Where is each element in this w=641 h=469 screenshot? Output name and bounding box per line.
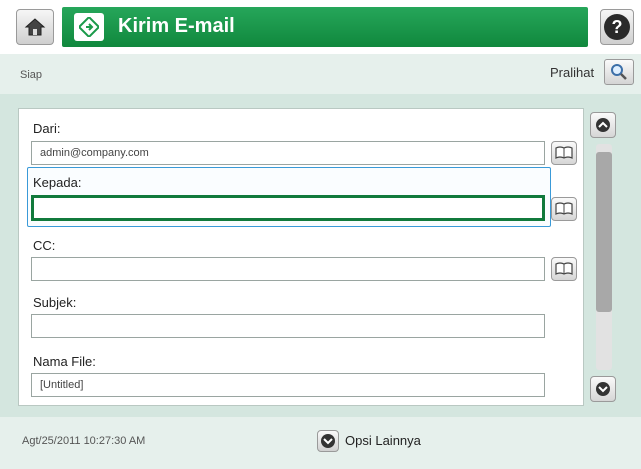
from-address-book-button[interactable]	[551, 141, 577, 165]
cc-label: CC:	[33, 238, 56, 253]
help-icon: ?	[604, 14, 630, 40]
email-send-icon	[74, 13, 104, 41]
chevron-up-icon	[596, 118, 610, 132]
to-label: Kepada:	[33, 175, 82, 190]
address-book-icon	[555, 146, 573, 159]
to-address-book-button[interactable]	[551, 197, 577, 221]
cc-address-book-button[interactable]	[551, 257, 577, 281]
from-field[interactable]: admin@company.com	[31, 141, 545, 165]
more-options-button[interactable]	[317, 430, 339, 452]
title-bar: Kirim E-mail	[62, 7, 588, 47]
help-button[interactable]: ?	[600, 9, 634, 45]
scroll-up-button[interactable]	[590, 112, 616, 138]
status-text: Siap	[20, 69, 43, 81]
from-label: Dari:	[33, 121, 61, 136]
preview-label: Pralihat	[550, 65, 595, 80]
home-button[interactable]	[16, 9, 54, 45]
cc-field[interactable]	[31, 257, 545, 281]
chevron-down-icon	[321, 434, 335, 448]
magnifier-icon	[611, 64, 627, 80]
filename-label: Nama File:	[33, 354, 96, 369]
scroll-down-button[interactable]	[590, 376, 616, 402]
more-options-label[interactable]: Opsi Lainnya	[345, 433, 421, 448]
main-area: Dari: admin@company.com Kepada: CC: Subj…	[0, 94, 641, 417]
subject-label: Subjek:	[33, 295, 77, 310]
preview-button[interactable]	[604, 59, 634, 85]
to-field[interactable]	[31, 195, 545, 221]
chevron-down-icon	[596, 382, 610, 396]
subject-field[interactable]	[31, 314, 545, 338]
datetime: Agt/25/2011 10:27:30 AM	[22, 435, 146, 447]
address-book-icon	[555, 202, 573, 215]
home-icon	[24, 18, 46, 36]
status-bar: Siap Pralihat	[0, 54, 641, 94]
filename-field[interactable]: [Untitled]	[31, 373, 545, 397]
email-form: Dari: admin@company.com Kepada: CC: Subj…	[18, 108, 584, 406]
page-title: Kirim E-mail	[118, 15, 235, 37]
address-book-icon	[555, 262, 573, 275]
scroll-thumb[interactable]	[596, 152, 612, 312]
footer-bar: Agt/25/2011 10:27:30 AM Opsi Lainnya	[0, 417, 641, 469]
top-bar: Kirim E-mail ?	[0, 0, 641, 54]
